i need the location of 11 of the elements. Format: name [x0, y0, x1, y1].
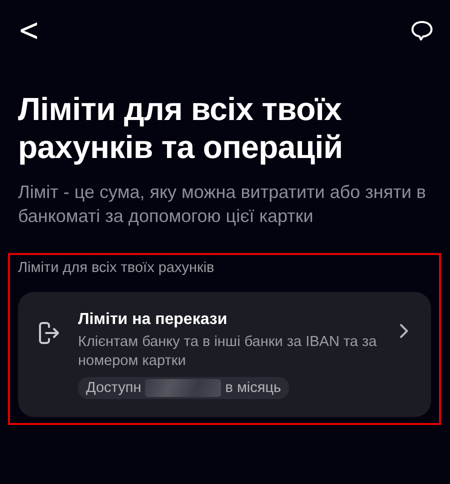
exit-arrow-icon — [38, 321, 60, 345]
card-description: Клієнтам банку та в інші банки за IBAN та за номером картки — [78, 333, 378, 371]
limit-card[interactable]: Ліміти на перекази Клієнтам банку та в інші банки за IBAN та за номером картки Доступн в місяць — [18, 292, 431, 417]
limit-badge: Доступн в місяць — [78, 377, 290, 399]
section-label: Ліміти для всіх твоїх рахунків — [18, 260, 216, 276]
card-title: Ліміти на перекази — [78, 311, 228, 329]
chat-icon[interactable] — [410, 20, 434, 42]
page-title: Ліміти для всіх твоїх рахунків та операцій — [18, 90, 344, 166]
page-description: Ліміт - це сума, яку можна витратити або зняти в банкоматі за допомогою цієї картки — [18, 181, 427, 228]
chevron-icon — [399, 323, 409, 339]
back-button[interactable]: < — [18, 15, 40, 47]
